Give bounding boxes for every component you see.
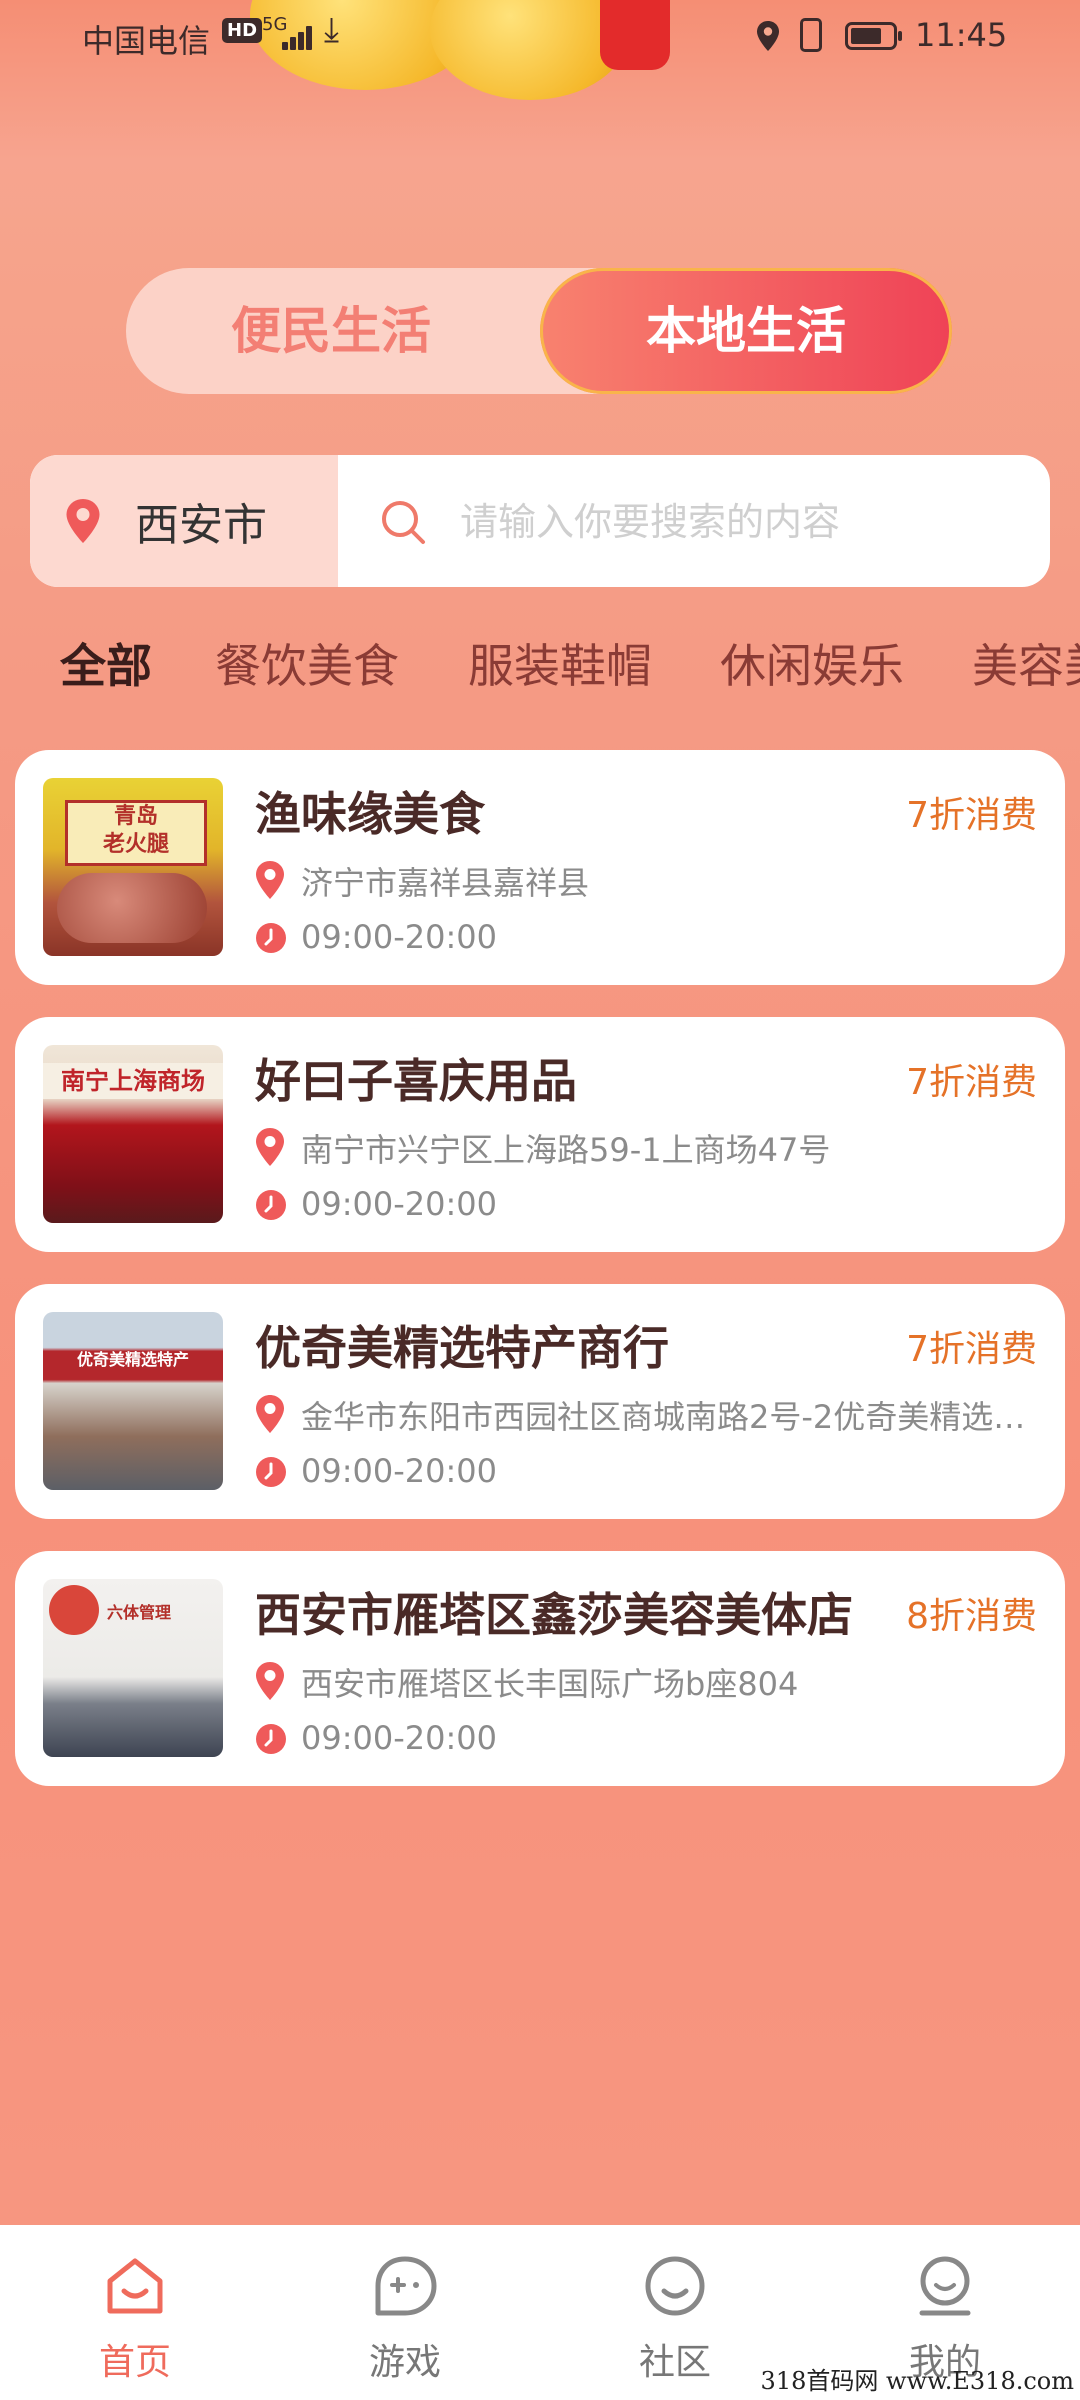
merchant-thumbnail: 南宁上海商场 — [43, 1045, 223, 1223]
carrier-name: 中国电信 — [82, 22, 211, 60]
community-icon — [645, 2256, 705, 2316]
clock-icon — [256, 1457, 286, 1487]
merchant-thumbnail: 优奇美精选特产 — [43, 1312, 223, 1490]
nav-home[interactable]: 首页 — [0, 2225, 270, 2400]
merchant-card[interactable]: 南宁上海商场 好曰子喜庆用品 7折消费 南宁市兴宁区上海路59-1上商场47号 … — [15, 1017, 1065, 1252]
discount-label: 7折消费 — [906, 1062, 1037, 1103]
merchant-card[interactable]: 优奇美精选特产 优奇美精选特产商行 7折消费 金华市东阳市西园社区商城南路2号-… — [15, 1284, 1065, 1519]
merchant-card[interactable]: 青岛 老火腿 渔味缘美食 7折消费 济宁市嘉祥县嘉祥县 09:00-20:00 — [15, 750, 1065, 985]
watermark-text: 318首码网 www.E318.com — [760, 2367, 1074, 2395]
location-pin-icon — [256, 1395, 284, 1433]
discount-label: 7折消费 — [906, 1329, 1037, 1370]
location-pin-icon — [256, 1662, 284, 1700]
location-status-icon — [757, 21, 779, 51]
search-input[interactable] — [458, 491, 1022, 553]
search-field — [340, 455, 1050, 587]
location-pin-icon — [256, 861, 284, 899]
merchant-address: 西安市雁塔区长丰国际广场b座804 — [301, 1665, 799, 1703]
merchant-name: 优奇美精选特产商行 — [255, 1321, 669, 1375]
tab-convenience-life[interactable]: 便民生活 — [126, 268, 536, 394]
clock-time: 11:45 — [915, 16, 1008, 54]
download-icon: ⤓ — [324, 10, 340, 50]
business-hours: 09:00-20:00 — [301, 1452, 497, 1490]
merchant-name: 西安市雁塔区鑫莎美容美体店 — [255, 1588, 853, 1642]
merchant-name: 好曰子喜庆用品 — [255, 1054, 577, 1108]
merchant-thumbnail: 青岛 老火腿 — [43, 778, 223, 956]
discount-label: 7折消费 — [906, 795, 1037, 836]
merchant-thumbnail: 六体管理 — [43, 1579, 223, 1757]
thumbnail-label: 优奇美精选特产 — [76, 1350, 189, 1369]
nav-label: 游戏 — [368, 2342, 441, 2383]
home-icon — [107, 2258, 163, 2314]
category-entertainment[interactable]: 休闲娱乐 — [720, 630, 904, 696]
category-all[interactable]: 全部 — [60, 630, 152, 696]
search-icon — [382, 501, 425, 544]
clock-icon — [256, 923, 286, 953]
business-hours: 09:00-20:00 — [301, 1719, 497, 1757]
merchant-address: 南宁市兴宁区上海路59-1上商场47号 — [301, 1131, 831, 1169]
nav-games[interactable]: 游戏 — [270, 2225, 540, 2400]
nav-label: 首页 — [98, 2342, 171, 2383]
location-pin-icon — [66, 499, 100, 543]
thumbnail-label: 青岛 老火腿 — [65, 800, 207, 866]
discount-label: 8折消费 — [906, 1596, 1037, 1637]
merchant-address: 济宁市嘉祥县嘉祥县 — [301, 864, 590, 902]
clock-icon — [256, 1190, 286, 1220]
gamepad-icon — [375, 2256, 437, 2316]
category-food[interactable]: 餐饮美食 — [215, 630, 399, 696]
search-bar: 西安市 — [30, 455, 1050, 587]
city-name: 西安市 — [135, 500, 267, 551]
hd-badge: HD — [222, 18, 263, 43]
battery-icon — [845, 22, 902, 50]
merchant-address: 金华市东阳市西园社区商城南路2号-2优奇美精选特产商行 — [301, 1398, 1041, 1436]
location-pin-icon — [256, 1128, 284, 1166]
business-hours: 09:00-20:00 — [301, 1185, 497, 1223]
signal-icon — [282, 26, 318, 50]
status-bar: 中国电信 HD 5G ⤓ 11:45 — [0, 0, 1080, 72]
life-mode-toggle: 便民生活 本地生活 — [126, 268, 952, 394]
merchant-name: 渔味缘美食 — [255, 787, 485, 841]
merchant-card[interactable]: 六体管理 西安市雁塔区鑫莎美容美体店 8折消费 西安市雁塔区长丰国际广场b座80… — [15, 1551, 1065, 1786]
business-hours: 09:00-20:00 — [301, 918, 497, 956]
category-clothing[interactable]: 服装鞋帽 — [468, 630, 652, 696]
category-tabs: 全部 餐饮美食 服装鞋帽 休闲娱乐 美容美 — [0, 630, 1080, 700]
profile-icon — [919, 2256, 971, 2316]
category-beauty[interactable]: 美容美 — [972, 630, 1080, 696]
tab-local-life[interactable]: 本地生活 — [540, 268, 952, 394]
thumbnail-label: 南宁上海商场 — [43, 1063, 223, 1099]
clock-icon — [256, 1724, 286, 1754]
thumbnail-label: 六体管理 — [107, 1603, 172, 1622]
city-selector[interactable]: 西安市 — [30, 455, 338, 587]
vibrate-icon — [800, 18, 822, 52]
